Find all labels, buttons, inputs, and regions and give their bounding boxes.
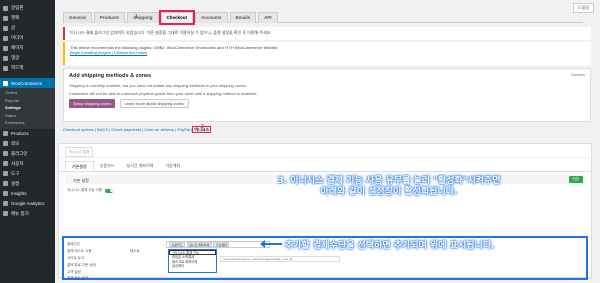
- chip-card[interactable]: 신용카드: [169, 242, 186, 247]
- tab-accounts[interactable]: Accounts: [195, 12, 228, 23]
- tab-card[interactable]: 신용카드: [94, 161, 121, 171]
- insights-icon: [3, 191, 8, 196]
- tools-icon: [3, 171, 8, 176]
- save-button[interactable]: 저장: [568, 176, 583, 183]
- media-icon: [3, 35, 8, 41]
- setup-shipping-button[interactable]: Setup shipping zones: [69, 99, 116, 108]
- dropdown-option[interactable]: 삼성페이: [169, 264, 216, 269]
- row-label: 결제 완료 주문 상태: [67, 263, 96, 267]
- woocommerce-submenu: Orders Reports Settings Status Extension…: [0, 88, 55, 129]
- sidebar-item-jetpack[interactable]: 젯팩: [0, 13, 55, 23]
- chip-vbank[interactable]: 가상계좌: [213, 242, 230, 247]
- tab-api[interactable]: API: [258, 12, 278, 23]
- submenu-status[interactable]: Status: [0, 112, 55, 120]
- feedback-icon: [3, 65, 8, 71]
- test-mode-value[interactable]: 테스트: [130, 249, 140, 254]
- admin-sidebar: 알림판 젯팩 글 미디어 페이지 댓글 피드백 WooCommerce Orde…: [0, 0, 55, 283]
- sidebar-item-comments[interactable]: 댓글: [0, 53, 55, 63]
- submenu-orders[interactable]: Orders: [0, 89, 55, 97]
- tab-shipping[interactable]: Shipping: [127, 12, 159, 23]
- users-icon: [3, 161, 8, 166]
- submenu-settings[interactable]: Settings: [0, 104, 55, 112]
- page-icon: [3, 45, 8, 51]
- sidebar-item-tools[interactable]: 도구: [0, 169, 55, 179]
- plugin-recommend-notice: This theme recommends the following plug…: [63, 42, 591, 65]
- step-marker-1: 1: [135, 14, 138, 20]
- comment-icon: [3, 55, 8, 61]
- shipping-text-2: Customers will not be able to purchase p…: [69, 91, 258, 96]
- payment-method-dropdown: 이니시스 결제 기능 휴대폰 소액결제 에스크로 계좌이체 삼성페이: [168, 249, 217, 273]
- annotation-step-3: 3. 이니시스 결제 기능 사용 유무를 눌러 "활성화"시켜주면 아래와 같이…: [277, 176, 501, 197]
- row-label: 결제 테스트 사용: [67, 249, 92, 253]
- sidebar-item-appearance[interactable]: 외모: [0, 139, 55, 149]
- row-label: 결제수단: [67, 242, 80, 246]
- products-icon: [3, 131, 8, 136]
- tab-basic[interactable]: 기본설정: [65, 161, 94, 171]
- dashboard-icon: [3, 5, 8, 11]
- shipping-title: Add shipping methods & zones: [69, 73, 152, 79]
- sidebar-item-dashboard[interactable]: 알림판: [0, 3, 55, 13]
- learn-shipping-button[interactable]: Learn more about shipping zones: [119, 99, 190, 108]
- checkout-subnav-links[interactable]: Checkout options | BACS | Check payments…: [63, 127, 192, 132]
- sidebar-item-woocommerce[interactable]: WooCommerce: [0, 78, 55, 88]
- dismiss-link[interactable]: Dismiss: [571, 72, 585, 77]
- sidebar-item-collapse[interactable]: 메뉴 접기: [0, 209, 55, 219]
- step-marker-2: 2: [201, 124, 204, 130]
- enable-toggle[interactable]: [105, 188, 114, 193]
- tab-products[interactable]: Products: [93, 12, 126, 23]
- logo-path-input[interactable]: /wp-content/plugins/.../assets/images/in…: [220, 256, 340, 262]
- settings-tabs: General Products Shipping Checkout Accou…: [63, 10, 583, 25]
- chip-transfer[interactable]: 실시간 계좌이체: [186, 242, 212, 247]
- tab-vbank[interactable]: 가상계좌: [159, 161, 186, 171]
- plugin-icon: [3, 151, 8, 156]
- sidebar-item-settings[interactable]: 설정: [0, 179, 55, 189]
- tab-emails[interactable]: Emails: [229, 12, 257, 23]
- tab-general[interactable]: General: [63, 12, 92, 23]
- jetpack-icon: [3, 15, 8, 21]
- sidebar-item-feedback[interactable]: 피드백: [0, 63, 55, 73]
- checkout-subnav: Checkout options | BACS | Check payments…: [63, 126, 212, 133]
- payment-tabs: 기본설정 신용카드 실시간 계좌이체 가상계좌: [59, 161, 591, 172]
- sidebar-item-media[interactable]: 미디어: [0, 33, 55, 43]
- annotation-arrow: [260, 240, 282, 248]
- pin-icon: [3, 25, 8, 31]
- panel-breadcrumb: 이니시스 설정: [59, 144, 591, 158]
- plugin-recommend-links[interactable]: Begin installing plugins | Dismiss this …: [70, 50, 147, 55]
- shipping-text-1: Shipping is currently enabled, but you h…: [69, 83, 247, 88]
- submenu-extensions[interactable]: Extensions: [0, 119, 55, 127]
- row-label: 결제 완료 문구: [67, 276, 89, 280]
- tab-transfer[interactable]: 실시간 계좌이체: [120, 161, 159, 171]
- appearance-icon: [3, 141, 8, 146]
- plugin-recommend-text: This theme recommends the following plug…: [70, 45, 279, 50]
- row-label: 사이트 로고: [67, 256, 85, 260]
- sidebar-item-pages[interactable]: 페이지: [0, 43, 55, 53]
- tab-checkout[interactable]: Checkout: [158, 10, 196, 25]
- sidebar-item-posts[interactable]: 글: [0, 23, 55, 33]
- update-notice: 이니시스 결제 플러그인 업데이트 되었습니다. 기존 설정을 그대로 이용하실…: [63, 27, 591, 40]
- woocommerce-icon: [3, 80, 8, 86]
- settings-icon: [3, 181, 8, 186]
- sidebar-item-google-analytics[interactable]: Google Analytics: [0, 199, 55, 209]
- payment-method-select[interactable]: 신용카드 실시간 계좌이체 가상계좌: [166, 241, 270, 248]
- analytics-icon: [3, 201, 8, 206]
- collapse-icon: [3, 211, 8, 216]
- sidebar-item-users[interactable]: 사용자: [0, 159, 55, 169]
- sidebar-item-insights[interactable]: Insights: [0, 189, 55, 199]
- submenu-reports[interactable]: Reports: [0, 97, 55, 105]
- sidebar-item-plugins[interactable]: 플러그인: [0, 149, 55, 159]
- shipping-notice: Dismiss Add shipping methods & zones Shi…: [63, 68, 591, 122]
- sidebar-item-products[interactable]: Products: [0, 129, 55, 139]
- annotation-step-4: 추가할 결제수단을 선택하면 추가되며 위에 표시됩니다.: [285, 241, 495, 251]
